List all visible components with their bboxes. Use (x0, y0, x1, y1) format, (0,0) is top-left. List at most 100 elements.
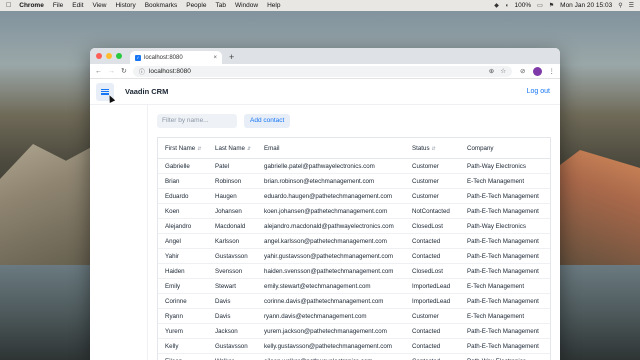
table-row[interactable]: Emily Stewart emily.stewart@etechmanagemen… (158, 279, 550, 294)
battery-icon[interactable]: ▭ (537, 2, 543, 9)
menu-list-icon[interactable]: ☰ (629, 2, 634, 9)
profile-avatar[interactable] (532, 66, 542, 76)
cell-last-name: Robinson (215, 177, 242, 185)
column-header-last-name[interactable]: Last Name ⇵ (208, 145, 257, 152)
cell-company: Path-E-Tech Management (467, 207, 539, 215)
cell-last-name: Svensson (215, 267, 243, 275)
filter-input[interactable] (157, 113, 237, 128)
menu-file[interactable]: File (53, 2, 63, 9)
omnibox-actions: ⊕ ☆ (489, 67, 506, 75)
cell-first-name: Haiden (165, 267, 185, 275)
zoom-window-button[interactable] (116, 53, 122, 59)
add-contact-button[interactable]: Add contact (244, 113, 291, 128)
sort-icon[interactable]: ⇵ (432, 146, 436, 152)
cell-first-name: Yahir (165, 252, 179, 260)
menu-view[interactable]: View (93, 2, 107, 9)
wifi-icon[interactable]: ◖ (505, 3, 509, 9)
cell-status: ClosedLost (412, 267, 443, 275)
cell-last-name: Jackson (215, 327, 238, 335)
install-icon[interactable]: ⊕ (489, 67, 494, 75)
block-icon[interactable]: ⊘ (520, 67, 525, 75)
cell-email: angel.karlsson@pathetechmanagement.com (264, 237, 387, 245)
table-row[interactable]: Alejandro Macdonald alejandro.macdonald@pa… (158, 219, 550, 234)
grid-header: First Name ⇵ Last Name ⇵ Email Status ⇵ Com… (158, 138, 550, 159)
menubar-status-area: ◆ ◖ 100% ▭ ⚑ Mon Jan 20 15:03 ⚲ ☰ (494, 2, 634, 9)
column-header-first-name[interactable]: First Name ⇵ (158, 145, 208, 152)
menubar-clock[interactable]: Mon Jan 20 15:03 (560, 2, 612, 9)
flag-icon[interactable]: ⚑ (549, 2, 554, 9)
browser-titlebar: ✓ localhost:8080 × + (90, 48, 560, 64)
menu-bookmarks[interactable]: Bookmarks (145, 2, 178, 9)
cell-company: E-Tech Management (467, 177, 525, 185)
menu-window[interactable]: Window (235, 2, 258, 9)
column-header-email[interactable]: Email (257, 145, 405, 152)
navigation-drawer (90, 105, 148, 360)
menu-edit[interactable]: Edit (72, 2, 83, 9)
column-header-company[interactable]: Company (460, 145, 550, 152)
cell-email: corinne.davis@pathetechmanagement.com (264, 297, 384, 305)
reload-icon[interactable]: ↻ (121, 67, 127, 75)
table-row[interactable]: Kelly Gustavsson kelly.gustavsson@pathetec… (158, 339, 550, 354)
drawer-toggle-button[interactable] (96, 82, 116, 103)
window-controls (96, 53, 122, 59)
bookmark-star-icon[interactable]: ☆ (500, 67, 506, 75)
column-header-status[interactable]: Status ⇵ (405, 145, 460, 152)
menu-tab[interactable]: Tab (215, 2, 225, 9)
table-row[interactable]: Ryann Davis ryann.davis@etechmanagement.co… (158, 309, 550, 324)
table-row[interactable]: Brian Robinson brian.robinson@etechmanagem… (158, 174, 550, 189)
table-row[interactable]: Angel Karlsson angel.karlsson@pathetechman… (158, 234, 550, 249)
apple-menu-icon[interactable]:  (6, 2, 11, 9)
cell-last-name: Patel (215, 162, 230, 170)
cell-last-name: Gustavsson (215, 342, 248, 350)
search-icon[interactable]: ⚲ (618, 2, 622, 9)
cell-status: Contacted (412, 342, 441, 350)
table-row[interactable]: EileenWalkereileen.walker@pathwayelectro… (158, 354, 550, 360)
cell-company: Path-Way Electronics (467, 162, 526, 170)
logout-link[interactable]: Log out (527, 88, 550, 95)
forward-arrow-icon[interactable]: → (108, 68, 115, 75)
cell-email: kelly.gustavsson@pathetechmanagement.com (264, 342, 392, 350)
table-row[interactable]: Koen Johansen koen.johansen@pathetechmanag… (158, 204, 550, 219)
table-row[interactable]: Corinne Davis corinne.davis@pathetechmanag… (158, 294, 550, 309)
cell-email: brian.robinson@etechmanagement.com (264, 177, 375, 185)
cell-first-name: Koen (165, 207, 180, 215)
menu-help[interactable]: Help (267, 2, 280, 9)
sort-icon[interactable]: ⇵ (197, 146, 201, 152)
sort-icon[interactable]: ⇵ (247, 146, 251, 152)
table-row[interactable]: Eduardo Haugen eduardo.haugen@pathetechman… (158, 189, 550, 204)
minimize-window-button[interactable] (106, 53, 112, 59)
address-text[interactable]: localhost:8080 (149, 68, 191, 75)
cell-email: koen.johansen@pathetechmanagement.com (264, 207, 388, 215)
cell-email: yahir.gustavsson@pathetechmanagement.com (264, 252, 394, 260)
menu-app-name[interactable]: Chrome (19, 2, 44, 9)
cell-first-name: Gabrielle (165, 162, 190, 170)
site-info-icon[interactable]: ⓘ (139, 67, 145, 76)
close-window-button[interactable] (96, 53, 102, 59)
toolbar-right: ⊘ ⋮ (520, 66, 556, 76)
new-tab-button[interactable]: + (229, 52, 234, 62)
list-view: Add contact First Name⇵ Last Name⇵ Email… (157, 105, 551, 360)
table-row[interactable]: Haiden Svensson haiden.svensson@pathetechm… (158, 264, 550, 279)
address-bar[interactable]: ⓘ localhost:8080 ⊕ ☆ (132, 65, 513, 77)
menu-people[interactable]: People (186, 2, 206, 9)
mouse-cursor-icon (106, 93, 116, 103)
back-arrow-icon[interactable]: ← (95, 68, 102, 75)
contact-grid: First Name ⇵ Last Name ⇵ Email Status ⇵ Com… (157, 137, 551, 360)
tab-close-icon[interactable]: × (213, 55, 217, 61)
cell-first-name: Yurem (165, 327, 183, 335)
menu-history[interactable]: History (115, 2, 135, 9)
cell-email: yurem.jackson@pathetechmanagement.com (264, 327, 387, 335)
dropbox-icon[interactable]: ◆ (494, 2, 499, 9)
cell-last-name: Davis (215, 297, 231, 305)
table-row[interactable]: Yahir Gustavsson yahir.gustavsson@pathetec… (158, 249, 550, 264)
table-row[interactable]: Yurem Jackson yurem.jackson@pathetechmanag… (158, 324, 550, 339)
cell-email: haiden.svensson@pathetechmanagement.com (264, 267, 394, 275)
table-row[interactable]: Gabrielle Patel gabrielle.patel@pathwayele… (158, 159, 550, 174)
cell-email: ryann.davis@etechmanagement.com (264, 312, 367, 320)
more-menu-icon[interactable]: ⋮ (549, 67, 556, 75)
browser-tab[interactable]: ✓ localhost:8080 × (130, 51, 222, 64)
cell-email: eduardo.haugen@pathetechmanagement.com (264, 192, 393, 200)
cell-status: ImportedLead (412, 297, 451, 305)
cell-company: Path-E-Tech Management (467, 342, 539, 350)
hamburger-menu-icon (101, 88, 109, 95)
